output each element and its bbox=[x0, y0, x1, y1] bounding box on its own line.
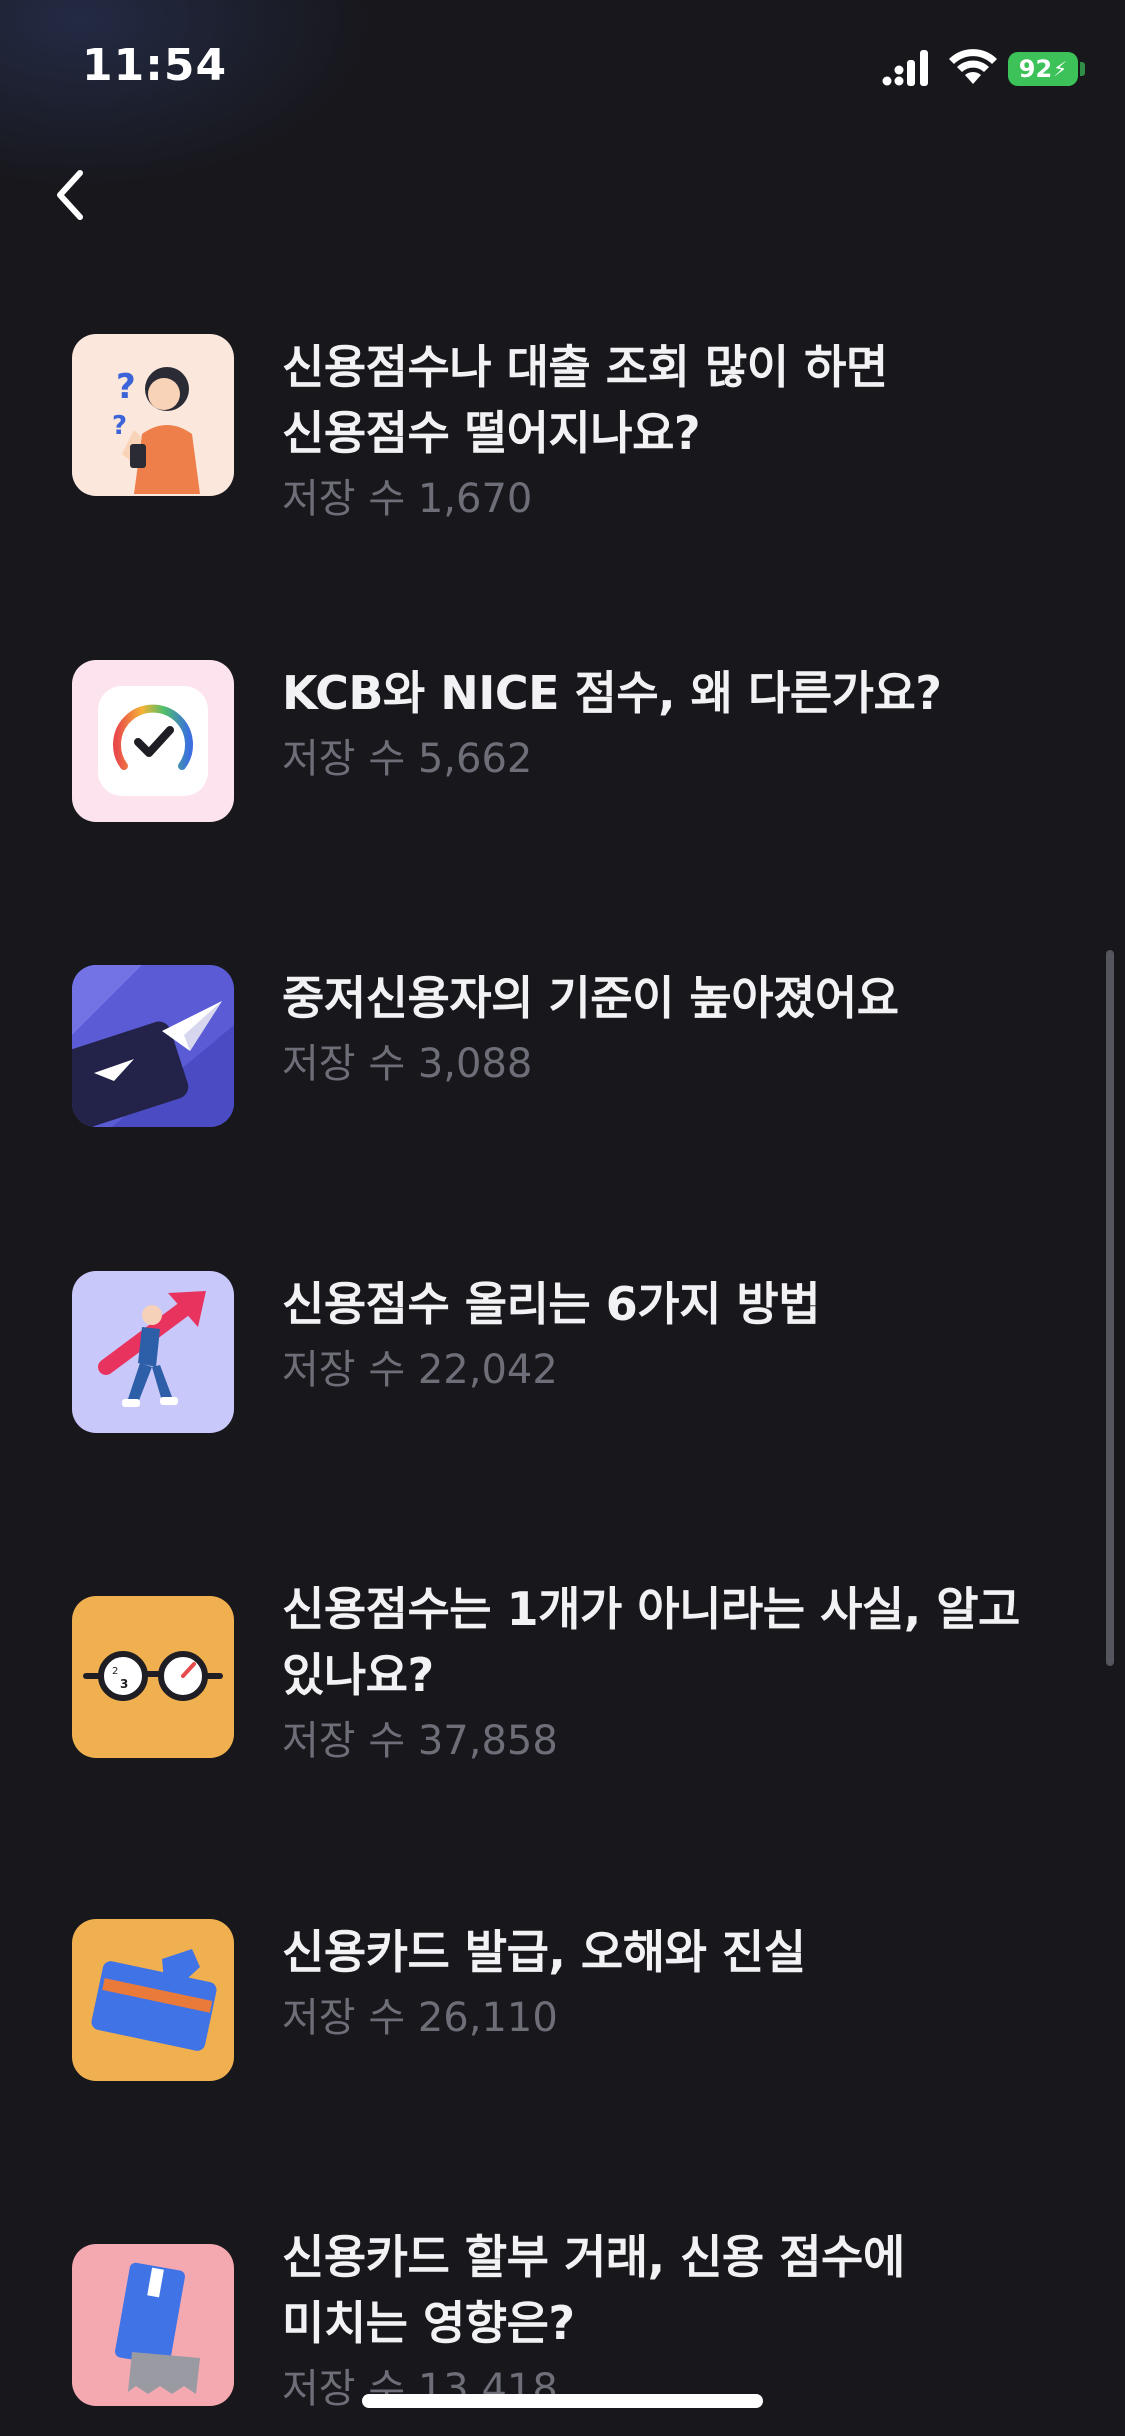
card-receipt-icon bbox=[72, 2244, 234, 2406]
article-save-count: 저장 수 26,110 bbox=[282, 1995, 558, 2041]
article-text: 신용카드 할부 거래, 신용 점수에 미치는 영향은? 저장 수 13,418 bbox=[282, 2224, 1102, 2418]
battery-level: 92 bbox=[1018, 55, 1053, 83]
article-save-count: 저장 수 5,662 bbox=[282, 736, 533, 782]
article-title: 신용카드 할부 거래, 신용 점수에 미치는 영향은? bbox=[282, 2224, 1102, 2356]
article-title-line: 신용점수 올리는 6가지 방법 bbox=[282, 1277, 821, 1331]
back-button[interactable] bbox=[40, 160, 100, 230]
svg-text:?: ? bbox=[116, 367, 136, 407]
article-thumbnail bbox=[72, 660, 234, 822]
article-thumbnail bbox=[72, 965, 234, 1127]
cellular-signal-icon bbox=[882, 50, 928, 86]
article-title-line: 있나요? bbox=[282, 1648, 434, 1702]
article-save-count: 저장 수 22,042 bbox=[282, 1347, 558, 1393]
article-text: 신용점수나 대출 조회 많이 하면 신용점수 떨어지나요? 저장 수 1,670 bbox=[282, 334, 1102, 528]
article-title: 중저신용자의 기준이 높아졌어요 bbox=[282, 965, 1102, 1031]
article-title-line: KCB와 NICE 점수, 왜 다른가요? bbox=[282, 666, 942, 720]
article-title-line: 신용카드 할부 거래, 신용 점수에 bbox=[282, 2230, 905, 2284]
article-title: KCB와 NICE 점수, 왜 다른가요? bbox=[282, 660, 1102, 726]
credit-card-hand-icon bbox=[72, 1919, 234, 2081]
article-title: 신용점수 올리는 6가지 방법 bbox=[282, 1271, 1102, 1337]
article-save-count: 저장 수 37,858 bbox=[282, 1718, 558, 1764]
home-indicator[interactable] bbox=[362, 2394, 763, 2408]
article-text: 신용카드 발급, 오해와 진실 저장 수 26,110 bbox=[282, 1919, 1102, 2047]
svg-text:2: 2 bbox=[112, 1666, 118, 1677]
article-title-line: 신용카드 발급, 오해와 진실 bbox=[282, 1925, 806, 1979]
status-time: 11:54 bbox=[82, 40, 228, 91]
chevron-left-icon bbox=[57, 170, 83, 220]
battery-cap bbox=[1080, 62, 1085, 76]
charging-bolt-icon: ⚡ bbox=[1053, 57, 1068, 81]
article-text: 신용점수 올리는 6가지 방법 저장 수 22,042 bbox=[282, 1271, 1102, 1399]
article-title: 신용점수나 대출 조회 많이 하면 신용점수 떨어지나요? bbox=[282, 334, 1102, 466]
article-text: 신용점수는 1개가 아니라는 사실, 알고 있나요? 저장 수 37,858 bbox=[282, 1576, 1102, 1770]
article-thumbnail bbox=[72, 1271, 234, 1433]
article-thumbnail: 2 3 bbox=[72, 1596, 234, 1758]
status-bar: 11:54 92 ⚡ bbox=[0, 0, 1125, 140]
paper-plane-card-icon bbox=[72, 965, 234, 1127]
wifi-icon bbox=[949, 49, 997, 84]
svg-text:?: ? bbox=[112, 411, 127, 441]
article-title-line: 미치는 영향은? bbox=[282, 2296, 575, 2350]
scrollbar[interactable] bbox=[1106, 950, 1114, 1666]
article-title-line: 신용점수 떨어지나요? bbox=[282, 406, 701, 460]
person-arrow-up-icon bbox=[72, 1271, 234, 1433]
article-save-count: 저장 수 13,418 bbox=[282, 2366, 558, 2412]
question-woman-illustration-icon: ? ? bbox=[72, 334, 234, 496]
article-save-count: 저장 수 3,088 bbox=[282, 1041, 533, 1087]
article-text: KCB와 NICE 점수, 왜 다른가요? 저장 수 5,662 bbox=[282, 660, 1102, 788]
article-text: 중저신용자의 기준이 높아졌어요 저장 수 3,088 bbox=[282, 965, 1102, 1093]
article-thumbnail bbox=[72, 2244, 234, 2406]
article-title-line: 신용점수나 대출 조회 많이 하면 bbox=[282, 340, 888, 394]
article-title-line: 중저신용자의 기준이 높아졌어요 bbox=[282, 971, 899, 1025]
article-thumbnail bbox=[72, 1919, 234, 2081]
article-title: 신용점수는 1개가 아니라는 사실, 알고 있나요? bbox=[282, 1576, 1102, 1708]
screen: 11:54 92 ⚡ ? ? 신용점수나 대출 조회 많이 하면 신용점수 떨어… bbox=[0, 0, 1125, 2436]
two-gauges-glasses-icon: 2 3 bbox=[72, 1596, 234, 1758]
article-title: 신용카드 발급, 오해와 진실 bbox=[282, 1919, 1102, 1985]
battery-indicator: 92 ⚡ bbox=[1008, 52, 1078, 86]
article-title-line: 신용점수는 1개가 아니라는 사실, 알고 bbox=[282, 1582, 1020, 1636]
article-save-count: 저장 수 1,670 bbox=[282, 476, 533, 522]
score-gauge-check-icon bbox=[72, 660, 234, 822]
svg-text:3: 3 bbox=[120, 1677, 128, 1691]
article-thumbnail: ? ? bbox=[72, 334, 234, 496]
